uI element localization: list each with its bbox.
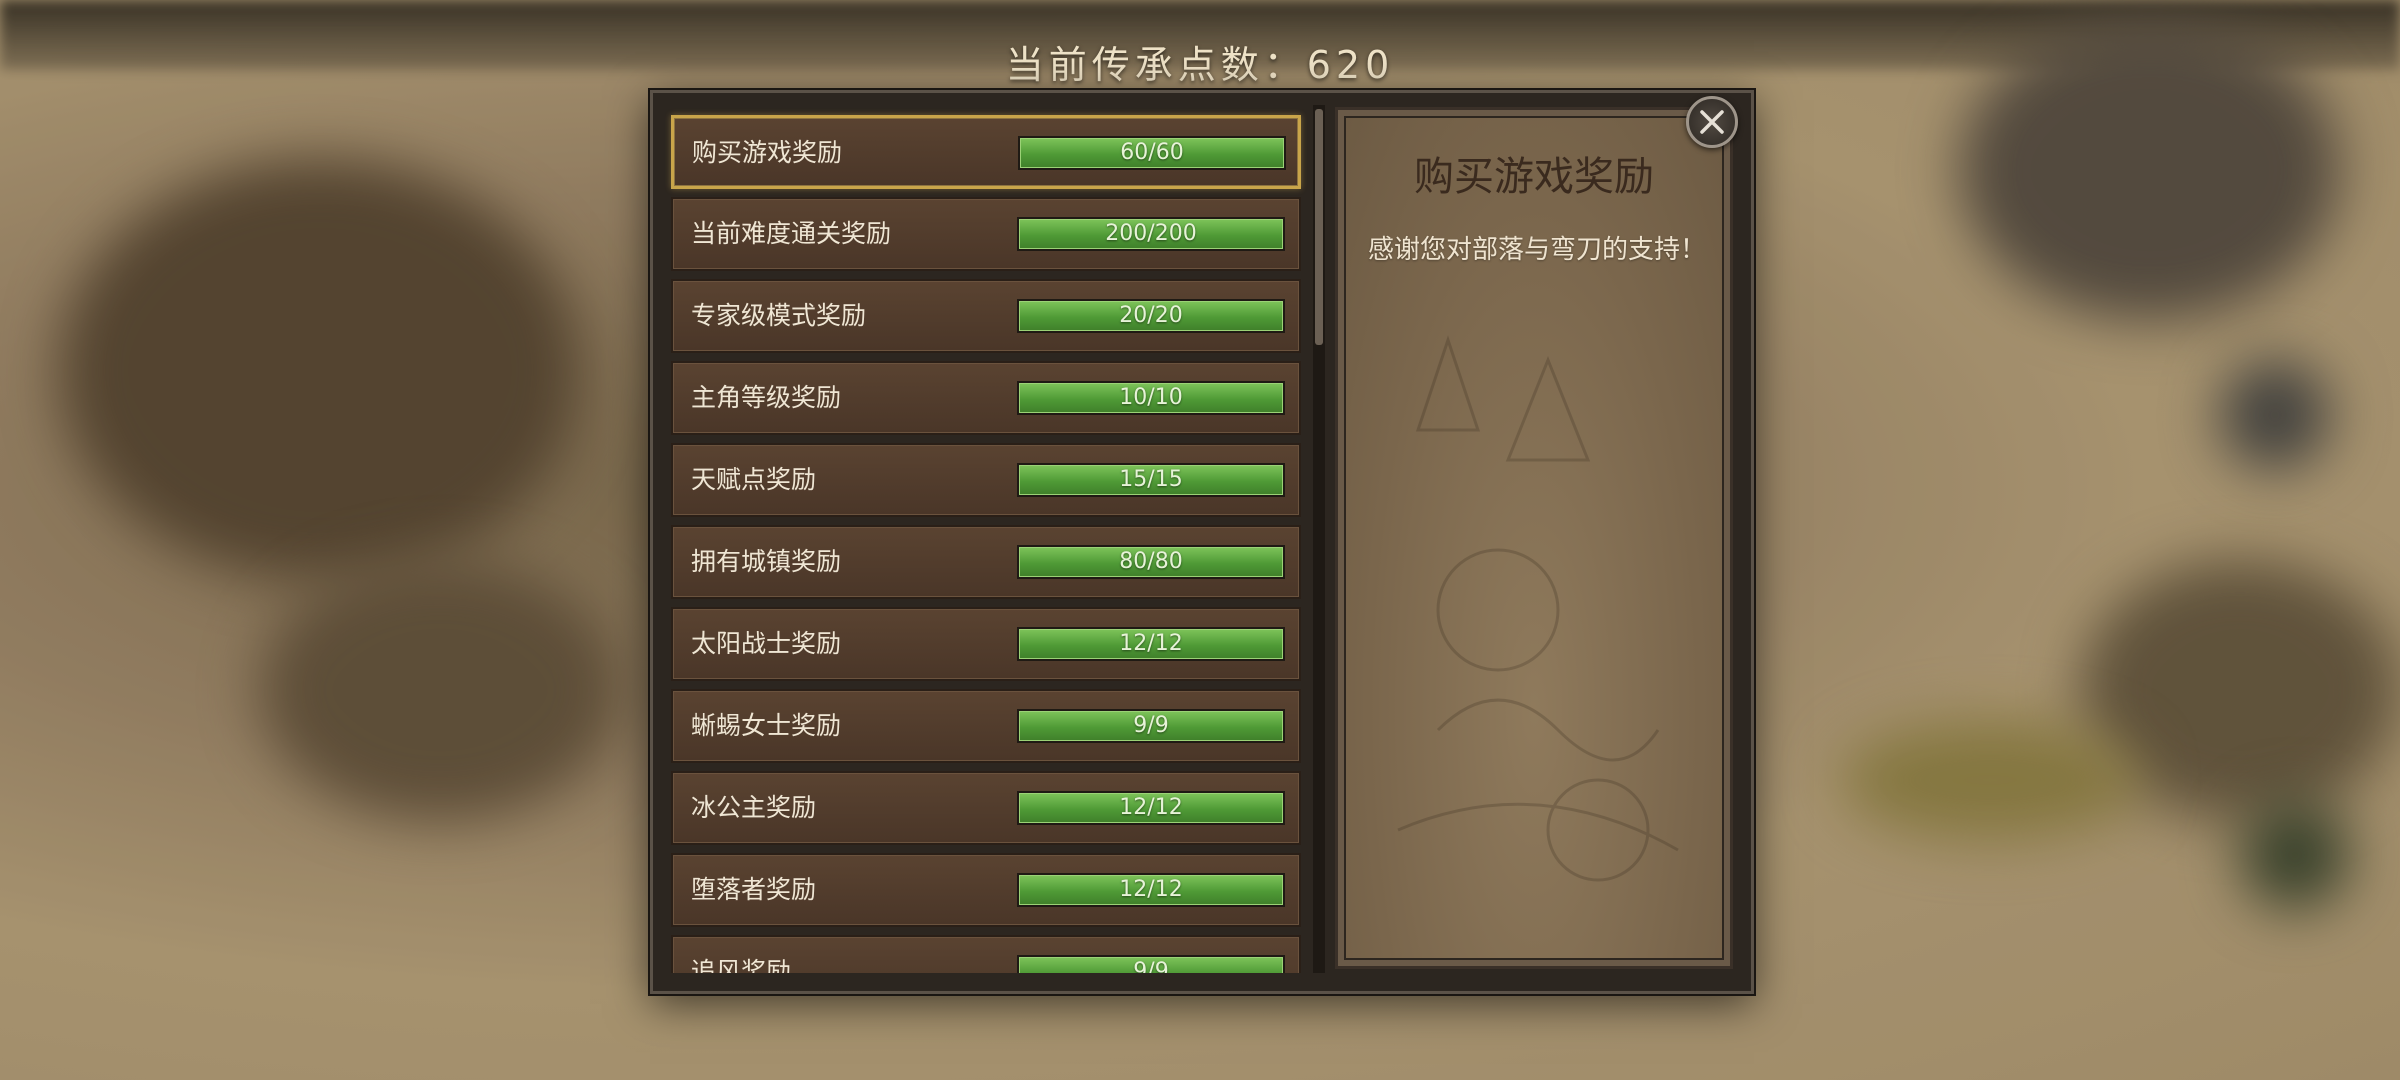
reward-row-owned-towns[interactable]: 拥有城镇奖励 80/80 bbox=[671, 525, 1301, 599]
reward-label: 购买游戏奖励 bbox=[692, 138, 843, 167]
reward-progress-text: 12/12 bbox=[1119, 795, 1183, 820]
reward-progress-bar: 12/12 bbox=[1017, 791, 1285, 825]
reward-progress-bar: 9/9 bbox=[1017, 709, 1285, 743]
reward-progress-text: 9/9 bbox=[1133, 959, 1169, 973]
reward-progress-bar: 15/15 bbox=[1017, 463, 1285, 497]
reward-row-difficulty-clear[interactable]: 当前难度通关奖励 200/200 bbox=[671, 197, 1301, 271]
reward-progress-text: 20/20 bbox=[1119, 303, 1183, 328]
reward-label: 当前难度通关奖励 bbox=[691, 219, 892, 248]
reward-detail-title: 购买游戏奖励 bbox=[1414, 154, 1654, 200]
reward-label: 太阳战士奖励 bbox=[691, 629, 842, 658]
reward-progress-text: 12/12 bbox=[1119, 877, 1183, 902]
reward-detail-description: 感谢您对部落与弯刀的支持！ bbox=[1368, 235, 1707, 265]
reward-label: 追风奖励 bbox=[691, 957, 792, 973]
reward-progress-text: 10/10 bbox=[1119, 385, 1183, 410]
reward-detail-panel: 购买游戏奖励 感谢您对部落与弯刀的支持！ bbox=[1335, 107, 1733, 969]
reward-progress-bar: 10/10 bbox=[1017, 381, 1285, 415]
reward-row-ice-princess[interactable]: 冰公主奖励 12/12 bbox=[671, 771, 1301, 845]
reward-progress-bar: 80/80 bbox=[1017, 545, 1285, 579]
reward-label: 冰公主奖励 bbox=[691, 793, 817, 822]
legacy-rewards-dialog: 购买游戏奖励 60/60 当前难度通关奖励 200/200 专家级模式奖励 20… bbox=[650, 90, 1754, 994]
reward-progress-text: 200/200 bbox=[1105, 221, 1197, 246]
reward-label: 天赋点奖励 bbox=[691, 465, 817, 494]
reward-row-hero-level[interactable]: 主角等级奖励 10/10 bbox=[671, 361, 1301, 435]
reward-row-fallen-one[interactable]: 堕落者奖励 12/12 bbox=[671, 853, 1301, 927]
reward-progress-bar: 20/20 bbox=[1017, 299, 1285, 333]
scrollbar-thumb[interactable] bbox=[1315, 109, 1323, 345]
reward-row-lizard-lady[interactable]: 蜥蜴女士奖励 9/9 bbox=[671, 689, 1301, 763]
reward-label: 专家级模式奖励 bbox=[691, 301, 867, 330]
reward-progress-bar: 12/12 bbox=[1017, 873, 1285, 907]
reward-progress-text: 9/9 bbox=[1133, 713, 1169, 738]
reward-row-sun-warrior[interactable]: 太阳战士奖励 12/12 bbox=[671, 607, 1301, 681]
parchment-artwork bbox=[1397, 335, 1679, 882]
reward-progress-bar: 12/12 bbox=[1017, 627, 1285, 661]
reward-progress-text: 80/80 bbox=[1119, 549, 1183, 574]
close-icon bbox=[1700, 110, 1724, 134]
reward-progress-text: 15/15 bbox=[1119, 467, 1183, 492]
reward-progress-bar: 9/9 bbox=[1017, 955, 1285, 973]
reward-row-expert-mode[interactable]: 专家级模式奖励 20/20 bbox=[671, 279, 1301, 353]
reward-progress-bar: 200/200 bbox=[1017, 217, 1285, 251]
reward-progress-text: 12/12 bbox=[1119, 631, 1183, 656]
legacy-points-display: 当前传承点数：620 bbox=[1005, 43, 1395, 87]
reward-label: 拥有城镇奖励 bbox=[691, 547, 842, 576]
reward-progress-text: 60/60 bbox=[1120, 140, 1184, 165]
reward-label: 主角等级奖励 bbox=[691, 383, 842, 412]
reward-row-wind-chaser[interactable]: 追风奖励 9/9 bbox=[671, 935, 1301, 973]
reward-row-talent-points[interactable]: 天赋点奖励 15/15 bbox=[671, 443, 1301, 517]
reward-list[interactable]: 购买游戏奖励 60/60 当前难度通关奖励 200/200 专家级模式奖励 20… bbox=[665, 105, 1313, 973]
reward-list-scrollbar[interactable] bbox=[1313, 105, 1325, 973]
reward-label: 蜥蜴女士奖励 bbox=[691, 711, 842, 740]
close-button[interactable] bbox=[1686, 96, 1738, 148]
reward-row-purchase[interactable]: 购买游戏奖励 60/60 bbox=[671, 115, 1301, 189]
reward-label: 堕落者奖励 bbox=[691, 875, 817, 904]
reward-progress-bar: 60/60 bbox=[1018, 136, 1286, 170]
